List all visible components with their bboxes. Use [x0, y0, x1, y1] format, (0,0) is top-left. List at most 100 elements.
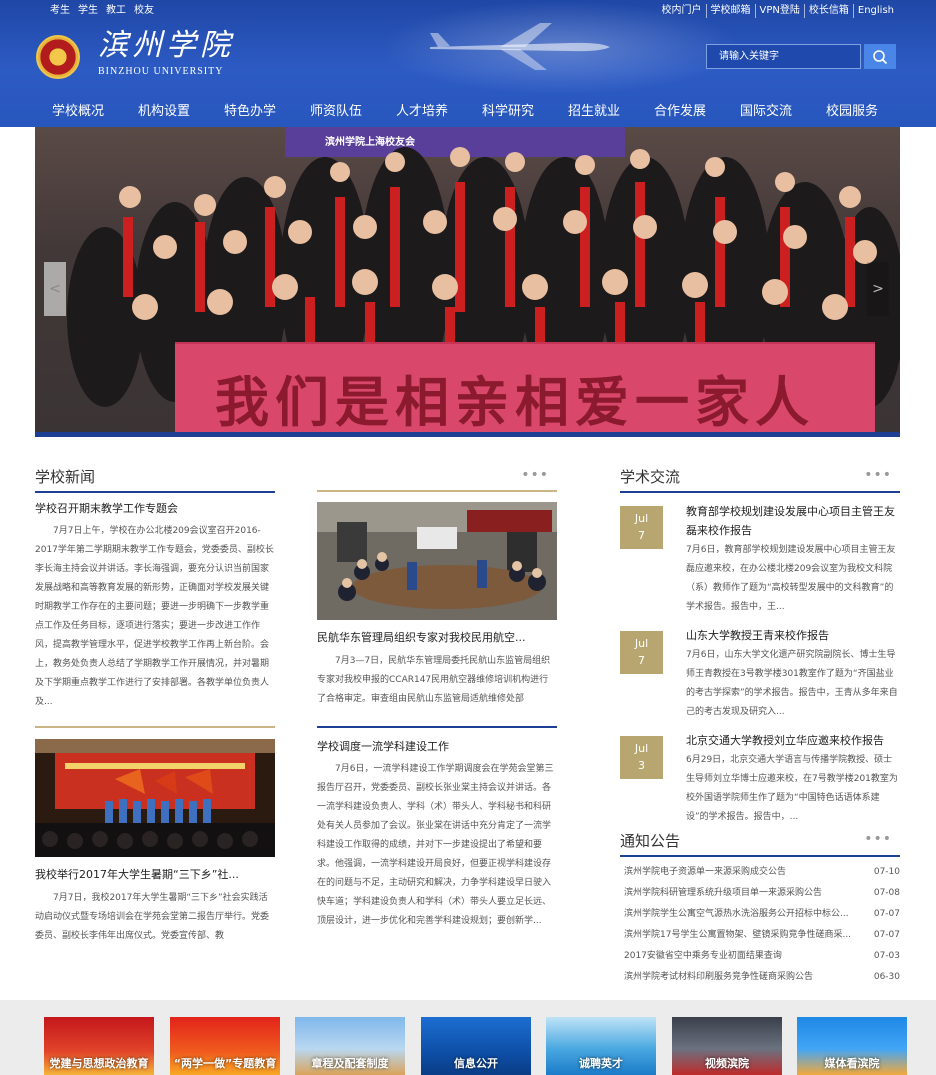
tile-information-disclosure[interactable]: 信息公开	[421, 1017, 531, 1075]
nav-item-research[interactable]: 科学研究	[465, 98, 551, 126]
audience-link-staff[interactable]: 教工	[106, 4, 126, 18]
search-icon	[873, 49, 888, 64]
school-news-more-button[interactable]: •••	[521, 467, 549, 483]
news-item-title[interactable]: 学校召开期末教学工作专题会	[35, 501, 275, 517]
search-input[interactable]	[706, 44, 861, 69]
notice-date: 07-08	[873, 888, 900, 898]
utility-link-president-mailbox[interactable]: 校长信箱	[803, 4, 853, 18]
airplane-decoration	[430, 23, 610, 70]
nav-item-faculty[interactable]: 师资队伍	[293, 98, 379, 126]
academic-item-summary: 7月6日，教育部学校规划建设发展中心项目主管王友磊应邀来校，在办公楼北楼209会…	[686, 545, 896, 612]
feature-links-strip: 党建与思想政治教育 “两学一做”专题教育 章程及配套制度 信息公开 诚聘英才 视…	[0, 1000, 936, 1075]
carousel-prev-button[interactable]: <	[44, 262, 66, 316]
school-news-more-area: •••	[317, 463, 557, 493]
site-header: 考生 学生 教工 校友 校内门户 学校邮箱 VPN登陆 校长信箱 English…	[0, 0, 936, 127]
news-photo-summer-practice[interactable]	[35, 739, 275, 857]
school-news-header: 学校新闻	[35, 463, 275, 493]
meeting-room-image	[317, 502, 557, 620]
tile-video[interactable]: 视频滨院	[672, 1017, 782, 1075]
utility-link-vpn[interactable]: VPN登陆	[754, 4, 804, 18]
nav-item-international[interactable]: 国际交流	[723, 98, 809, 126]
academic-exchange-heading[interactable]: 学术交流	[620, 463, 900, 491]
utility-link-mail[interactable]: 学校邮箱	[705, 4, 755, 18]
tile-label: 媒体看滨院	[824, 1057, 880, 1070]
date-badge: Jul 7	[620, 631, 663, 674]
date-month: Jul	[634, 637, 649, 650]
notices-more-button[interactable]: •••	[864, 831, 892, 847]
notice-title[interactable]: 滨州学院17号学生公寓置物架、壁镜采购竞争性磋商采...	[624, 925, 854, 946]
logo-english-name: BINZHOU UNIVERSITY	[98, 66, 224, 77]
notice-date: 07-07	[873, 930, 900, 940]
news-item-summary: 7月7日上午，学校在办公北楼209会议室召开2016-2017学年第二学期期末教…	[35, 526, 274, 707]
notice-item[interactable]: 2017安徽省空中乘务专业初面结果查询 07-03	[624, 946, 900, 967]
nav-item-about[interactable]: 学校概况	[35, 98, 121, 126]
notice-title[interactable]: 滨州学院考试材料印刷服务竞争性磋商采购公告	[624, 967, 854, 988]
notice-title[interactable]: 滨州学院学生公寓空气源热水洗浴服务公开招标中标公...	[624, 904, 854, 925]
nav-item-cooperation[interactable]: 合作发展	[637, 98, 723, 126]
tile-party-building[interactable]: 党建与思想政治教育	[44, 1017, 154, 1075]
notice-date: 07-03	[873, 951, 900, 961]
nav-item-organization[interactable]: 机构设置	[121, 98, 207, 126]
carousel-next-button[interactable]: >	[867, 262, 889, 316]
hero-banner-photo[interactable]: 滨州学院上海校友会 我们是相亲相爱一家人	[35, 127, 900, 437]
date-badge: Jul 3	[620, 736, 663, 779]
tile-two-studies[interactable]: “两学一做”专题教育	[170, 1017, 280, 1075]
audience-nav: 考生 学生 教工 校友	[50, 4, 154, 18]
notice-item[interactable]: 滨州学院17号学生公寓置物架、壁镜采购竞争性磋商采... 07-07	[624, 925, 900, 946]
date-day: 7	[638, 529, 645, 542]
banner-slogan-text: 我们是相亲相爱一家人	[215, 370, 815, 434]
university-seal-logo[interactable]	[36, 35, 80, 79]
notice-date: 06-30	[873, 972, 900, 982]
academic-item-title[interactable]: 山东大学教授王青来校作报告	[686, 626, 900, 645]
utility-nav: 校内门户 学校邮箱 VPN登陆 校长信箱 English	[658, 4, 898, 18]
notice-title[interactable]: 2017安徽省空中乘务专业初面结果查询	[624, 946, 854, 967]
news-item-title[interactable]: 学校调度一流学科建设工作	[317, 739, 557, 755]
tile-media[interactable]: 媒体看滨院	[797, 1017, 907, 1075]
academic-item-title[interactable]: 教育部学校规划建设发展中心项目主管王友磊来校作报告	[686, 502, 900, 540]
logo-chinese-name[interactable]: 滨州学院	[98, 28, 234, 64]
news-divider	[317, 490, 557, 492]
notices-header: 通知公告 •••	[620, 827, 900, 857]
news-photo-aviation-review[interactable]	[317, 502, 557, 620]
nav-item-education[interactable]: 人才培养	[379, 98, 465, 126]
audience-link-student[interactable]: 学生	[78, 4, 98, 18]
news-divider	[317, 726, 557, 728]
notice-item[interactable]: 滨州学院学生公寓空气源热水洗浴服务公开招标中标公... 07-07	[624, 904, 900, 925]
nav-item-featured[interactable]: 特色办学	[207, 98, 293, 126]
news-item-title[interactable]: 我校举行2017年大学生暑期“三下乡”社...	[35, 867, 275, 883]
notice-item[interactable]: 滨州学院科研管理系统升级项目单一来源采购公告 07-08	[624, 883, 900, 904]
notices-heading[interactable]: 通知公告	[620, 827, 900, 855]
notice-item[interactable]: 滨州学院电子资源单一来源采购成交公告 07-10	[624, 862, 900, 883]
search-box	[706, 44, 896, 69]
academic-exchange-header: 学术交流 •••	[620, 463, 900, 493]
date-month: Jul	[634, 512, 649, 525]
date-month: Jul	[634, 742, 649, 755]
academic-item-summary: 6月29日，北京交通大学语言与传播学院教授、硕士生导师刘立华博士应邀来校，在7号…	[686, 755, 898, 822]
school-news-heading[interactable]: 学校新闻	[35, 463, 275, 491]
banner-bottom-bar	[35, 432, 900, 437]
news-item-summary: 7月6日，一流学科建设工作学期调度会在学苑会堂第三报告厅召开，党委委员、副校长张…	[317, 764, 554, 926]
news-item-title[interactable]: 民航华东管理局组织专家对我校民用航空...	[317, 630, 557, 646]
utility-link-portal[interactable]: 校内门户	[658, 4, 706, 18]
audience-link-examinee[interactable]: 考生	[50, 4, 70, 18]
academic-item-title[interactable]: 北京交通大学教授刘立华应邀来校作报告	[686, 731, 900, 750]
audience-link-alumni[interactable]: 校友	[134, 4, 154, 18]
news-item-summary: 7月7日，我校2017年大学生暑期“三下乡”社会实践活动启动仪式暨专场培训会在学…	[35, 893, 270, 941]
notice-title[interactable]: 滨州学院电子资源单一来源采购成交公告	[624, 862, 854, 883]
news-item-summary: 7月3—7日，民航华东管理局委托民航山东监管局组织专家对我校申报的CCAR147…	[317, 656, 551, 704]
utility-link-english[interactable]: English	[852, 4, 898, 18]
date-badge: Jul 7	[620, 506, 663, 549]
notice-date: 07-07	[873, 909, 900, 919]
academic-more-button[interactable]: •••	[864, 467, 892, 483]
tile-label: 信息公开	[454, 1057, 498, 1070]
notice-title[interactable]: 滨州学院科研管理系统升级项目单一来源采购公告	[624, 883, 854, 904]
tile-charter[interactable]: 章程及配套制度	[295, 1017, 405, 1075]
tile-label: 诚聘英才	[579, 1057, 623, 1070]
nav-item-campus-services[interactable]: 校园服务	[809, 98, 895, 126]
notice-item[interactable]: 滨州学院考试材料印刷服务竞争性磋商采购公告 06-30	[624, 967, 900, 988]
search-button[interactable]	[864, 44, 896, 69]
tile-recruitment[interactable]: 诚聘英才	[546, 1017, 656, 1075]
banner-red-slogan: 我们是相亲相爱一家人	[175, 342, 875, 437]
nav-item-admissions[interactable]: 招生就业	[551, 98, 637, 126]
stage-ceremony-image	[35, 739, 275, 857]
